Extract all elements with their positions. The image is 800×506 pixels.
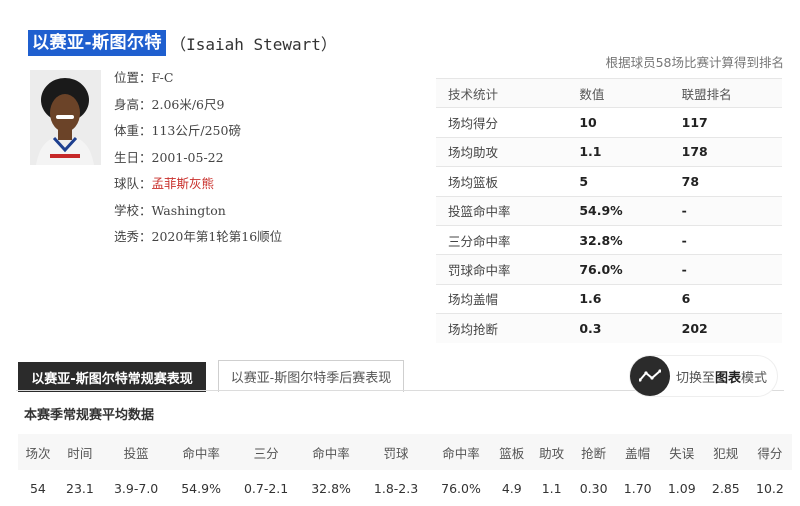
table-row: 场均盖帽 1.6 6 <box>436 283 782 314</box>
info-height: 身高：2.06米/6尺9 <box>114 96 225 112</box>
info-position: 位置：F-C <box>114 70 174 85</box>
table-row: 场均得分 10 117 <box>436 107 782 138</box>
player-name-en: （Isaiah Stewart） <box>170 35 337 54</box>
table-row: 场均篮板 5 78 <box>436 166 782 197</box>
line-chart-icon <box>630 356 670 396</box>
rank-note: 根据球员58场比赛计算得到排名 <box>605 55 784 70</box>
table-header-row: 技术统计 数值 联盟排名 <box>436 77 782 108</box>
table-header-row: 场次 时间 投篮 命中率 三分 命中率 罚球 命中率 篮板 助攻 抢断 盖帽 失… <box>18 434 792 470</box>
chart-mode-label: 切换至图表模式 <box>676 370 768 386</box>
team-link[interactable]: 孟菲斯灰熊 <box>152 176 215 191</box>
info-weight: 体重：113公斤/250磅 <box>114 123 241 138</box>
player-name-cn[interactable]: 以赛亚-斯图尔特 <box>28 30 167 56</box>
tab-playoffs[interactable]: 以赛亚-斯图尔特季后赛表现 <box>218 360 404 392</box>
season-avg-table: 场次 时间 投篮 命中率 三分 命中率 罚球 命中率 篮板 助攻 抢断 盖帽 失… <box>18 434 792 506</box>
season-avg-title: 本赛季常规赛平均数据 <box>24 408 155 423</box>
info-birthday: 生日：2001-05-22 <box>114 149 224 165</box>
player-name: 以赛亚-斯图尔特 （Isaiah Stewart） <box>28 30 337 56</box>
info-school: 学校：Washington <box>114 202 226 218</box>
player-profile: 以赛亚-斯图尔特 （Isaiah Stewart） 位置：F-C 身高：2.06… <box>0 0 800 343</box>
chart-mode-button[interactable]: 切换至图表模式 <box>630 356 778 396</box>
player-photo <box>30 70 101 165</box>
table-row: 场均助攻 1.1 178 <box>436 136 782 167</box>
table-row: 三分命中率 32.8% - <box>436 224 782 255</box>
header-stat: 技术统计 <box>436 77 568 108</box>
stats-rank-table: 技术统计 数值 联盟排名 场均得分 10 117 场均助攻 1.1 178 场均篮板 5 7… <box>436 77 782 343</box>
table-row: 罚球命中率 76.0% - <box>436 254 782 285</box>
tab-regular-season[interactable]: 以赛亚-斯图尔特常规赛表现 <box>18 362 206 392</box>
player-info: 位置：F-C 身高：2.06米/6尺9 体重：113公斤/250磅 生日：200… <box>114 68 282 254</box>
info-team: 球队：孟菲斯灰熊 <box>114 176 215 191</box>
table-row: 54 23.1 3.9-7.0 54.9% 0.7-2.1 32.8% 1.8-… <box>29 480 784 496</box>
table-row: 场均抢断 0.3 202 <box>436 313 782 343</box>
header-value: 数值 <box>567 77 670 108</box>
info-draft: 选秀：2020年第1轮第16顺位 <box>114 229 283 244</box>
header-rank: 联盟排名 <box>669 77 782 108</box>
table-row: 投篮命中率 54.9% - <box>436 195 782 226</box>
